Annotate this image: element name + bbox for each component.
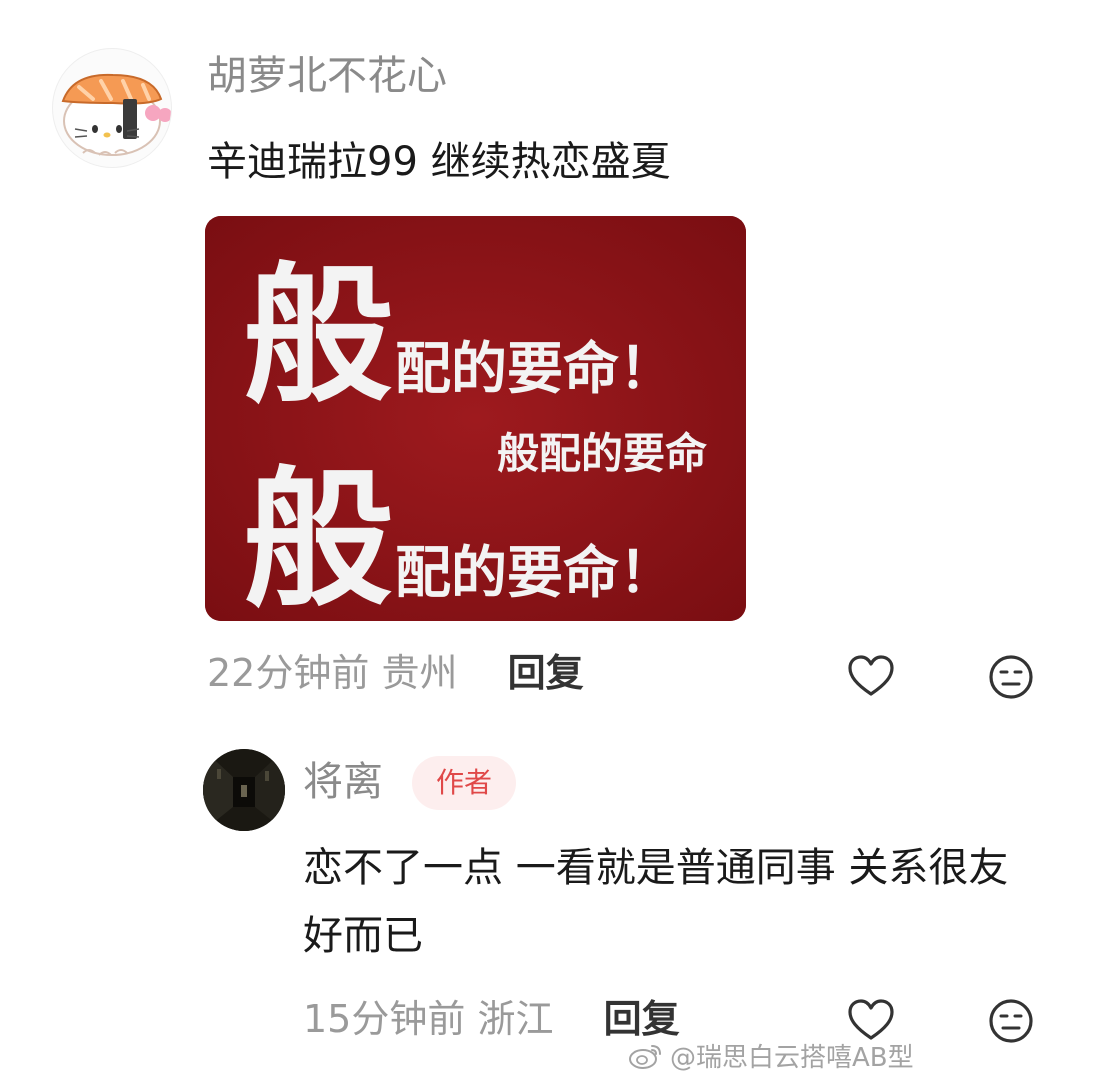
meme-big-char-1: 般 <box>243 248 393 424</box>
username[interactable]: 胡萝北不花心 <box>207 56 447 96</box>
comment-text: 辛迪瑞拉99 继续热恋盛夏 <box>207 139 671 185</box>
reply-text: 恋不了一点 一看就是普通同事 关系很友好而已 <box>303 845 1009 959</box>
author-username[interactable]: 将离 <box>303 762 383 802</box>
dark-corridor-avatar-icon <box>203 749 285 831</box>
comment-time: 22分钟前 <box>207 651 370 695</box>
reply-meta: 15分钟前 浙江 回复 <box>303 1000 680 1038</box>
comment-location: 贵州 <box>381 651 458 695</box>
reply-location: 浙江 <box>477 997 554 1041</box>
meh-face-icon[interactable] <box>986 652 1036 702</box>
comment-thread: 胡萝北不花心 辛迪瑞拉99 继续热恋盛夏 般 配的要命！ 般配的要命 般 配的要… <box>0 0 1104 1080</box>
author-avatar[interactable] <box>203 749 285 831</box>
watermark: @瑞思白云搭嘻AB型 <box>628 1035 914 1075</box>
meh-face-icon[interactable] <box>986 996 1036 1046</box>
author-badge: 作者 <box>412 756 516 810</box>
reply-time: 15分钟前 <box>303 997 466 1041</box>
weibo-logo-icon <box>629 1045 661 1069</box>
heart-outline-icon[interactable] <box>846 652 896 702</box>
comment-image[interactable]: 般 配的要命！ 般配的要命 般 配的要命！ <box>205 216 746 621</box>
meme-image: 般 配的要命！ 般配的要命 般 配的要命！ <box>205 216 746 621</box>
meme-small-line: 般配的要命 <box>497 429 707 478</box>
meme-big-char-2: 般 <box>243 452 393 621</box>
meme-line-1: 配的要命！ <box>395 336 675 402</box>
meme-line-2: 配的要命！ <box>395 540 675 606</box>
user-avatar[interactable] <box>52 48 172 168</box>
watermark-text: @瑞思白云搭嘻AB型 <box>670 1042 914 1073</box>
reply-button[interactable]: 回复 <box>508 651 584 695</box>
comment-meta: 22分钟前 贵州 回复 <box>207 654 584 692</box>
sushi-cat-avatar-icon <box>61 73 171 156</box>
